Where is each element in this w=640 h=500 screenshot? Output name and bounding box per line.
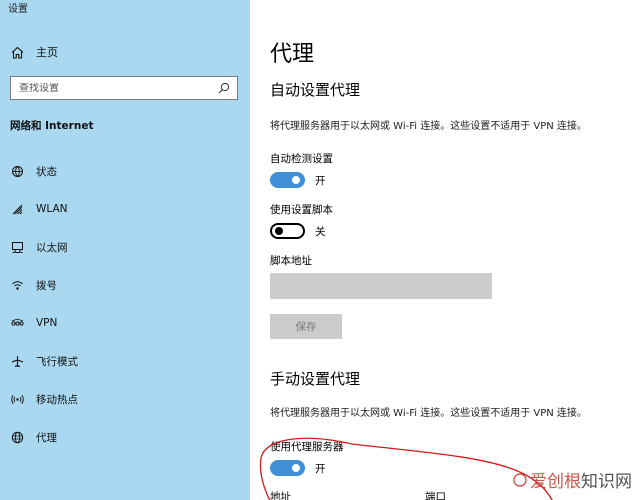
setup-script-toggle[interactable] — [270, 223, 305, 239]
wifi-icon — [10, 202, 24, 216]
search-icon[interactable] — [217, 81, 231, 95]
auto-detect-toggle[interactable] — [270, 172, 305, 188]
status-icon — [10, 164, 24, 178]
sidebar-item-vpn[interactable]: VPN — [10, 312, 240, 334]
sidebar-item-label: VPN — [36, 317, 58, 329]
use-proxy-toggle-row: 开 — [270, 460, 326, 476]
watermark-logo-icon — [513, 472, 527, 487]
page-title: 代理 — [270, 42, 315, 67]
globe-icon — [10, 430, 24, 444]
dialup-icon — [10, 278, 24, 292]
setup-script-label: 使用设置脚本 — [270, 204, 333, 216]
watermark: 爱创根 知识网 — [513, 467, 632, 492]
setup-script-toggle-row: 关 — [270, 223, 326, 239]
proxy-port-label: 端口 — [425, 491, 446, 500]
sidebar-item-label: 拨号 — [36, 279, 57, 292]
sidebar-item-label: 飞行模式 — [36, 355, 78, 368]
sidebar-item-dialup[interactable]: 拨号 — [10, 274, 240, 296]
auto-detect-label: 自动检测设置 — [270, 153, 333, 165]
sidebar-item-hotspot[interactable]: 移动热点 — [10, 388, 240, 410]
search-box[interactable] — [10, 76, 238, 100]
vpn-icon — [10, 316, 24, 330]
script-address-label: 脚本地址 — [270, 255, 312, 267]
hotspot-icon — [10, 392, 24, 406]
ethernet-icon — [10, 240, 24, 254]
window-title: 设置 — [8, 4, 28, 15]
watermark-text-red: 爱创根 — [530, 472, 581, 492]
sidebar-item-label: 代理 — [36, 431, 57, 444]
manual-proxy-description: 将代理服务器用于以太网或 Wi-Fi 连接。这些设置不适用于 VPN 连接。 — [270, 408, 587, 419]
search-input[interactable] — [19, 82, 217, 94]
main-panel: 代理 自动设置代理 将代理服务器用于以太网或 Wi-Fi 连接。这些设置不适用于… — [250, 0, 640, 500]
use-proxy-label: 使用代理服务器 — [270, 441, 344, 453]
section-title: 网络和 Internet — [10, 120, 94, 132]
auto-proxy-description: 将代理服务器用于以太网或 Wi-Fi 连接。这些设置不适用于 VPN 连接。 — [270, 121, 587, 132]
use-proxy-state: 开 — [315, 462, 326, 475]
watermark-text-dark: 知识网 — [581, 472, 632, 492]
manual-proxy-heading: 手动设置代理 — [270, 370, 361, 388]
sidebar-item-proxy[interactable]: 代理 — [10, 426, 240, 448]
sidebar-item-label: 以太网 — [36, 241, 68, 254]
auto-detect-state: 开 — [315, 174, 326, 187]
sidebar-item-label: 移动热点 — [36, 393, 78, 406]
sidebar-item-label: 状态 — [36, 165, 57, 178]
sidebar-item-ethernet[interactable]: 以太网 — [10, 236, 240, 258]
home-icon — [10, 45, 24, 59]
auto-proxy-heading: 自动设置代理 — [270, 81, 361, 99]
sidebar-item-status[interactable]: 状态 — [10, 160, 240, 182]
use-proxy-toggle[interactable] — [270, 460, 305, 476]
sidebar-item-wlan[interactable]: WLAN — [10, 198, 240, 220]
sidebar: 设置 主页 网络和 Internet 状态 WLAN 以太网 — [0, 0, 250, 500]
save-button[interactable]: 保存 — [270, 314, 342, 339]
sidebar-item-label: 主页 — [36, 46, 58, 59]
setup-script-state: 关 — [315, 225, 326, 238]
airplane-icon — [10, 354, 24, 368]
script-address-input[interactable] — [270, 273, 492, 299]
sidebar-item-airplane[interactable]: 飞行模式 — [10, 350, 240, 372]
sidebar-item-home[interactable]: 主页 — [10, 41, 58, 63]
sidebar-item-label: WLAN — [36, 203, 68, 215]
auto-detect-toggle-row: 开 — [270, 172, 326, 188]
proxy-address-label: 地址 — [270, 491, 291, 500]
